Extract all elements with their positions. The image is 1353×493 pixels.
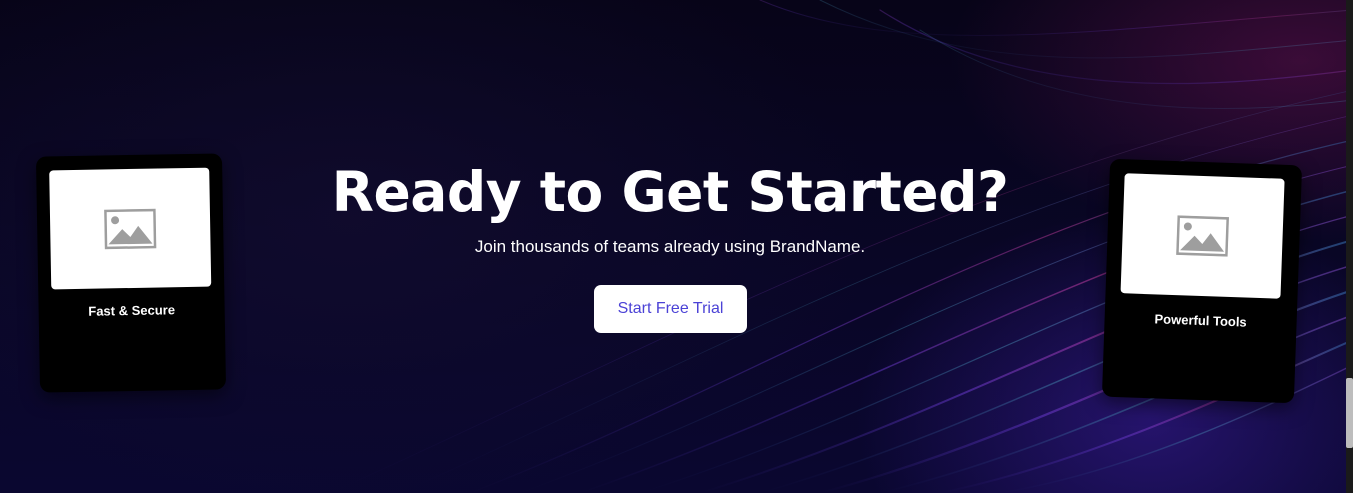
card-label: Powerful Tools: [1154, 311, 1247, 330]
hero-title: Ready to Get Started?: [331, 160, 1009, 224]
page-scrollbar[interactable]: [1346, 0, 1353, 493]
hero-subtitle: Join thousands of teams already using Br…: [474, 237, 866, 256]
cta-hero-section: Fast & Secure Powerful Tools Ready to Ge…: [0, 0, 1353, 493]
card-label: Fast & Secure: [88, 302, 176, 319]
scrollbar-thumb[interactable]: [1346, 378, 1353, 448]
start-free-trial-button[interactable]: Start Free Trial: [594, 285, 747, 333]
